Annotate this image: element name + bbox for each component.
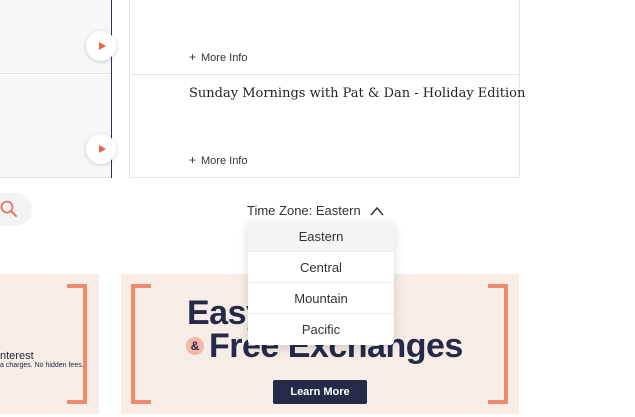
- bracket-decoration: [488, 284, 508, 404]
- play-button[interactable]: [86, 31, 116, 61]
- timezone-option-eastern[interactable]: Eastern: [248, 221, 394, 252]
- play-icon: [98, 42, 106, 50]
- more-info-label: More Info: [201, 52, 248, 64]
- timezone-dropdown: Eastern Central Mountain Pacific: [248, 221, 394, 345]
- play-icon: [98, 145, 106, 153]
- show-title[interactable]: Sunday Mornings with Pat & Dan - Holiday…: [189, 86, 525, 101]
- bracket-decoration: [131, 284, 151, 404]
- schedule-grid: Sunday Mornings with Pat & Dan - Holiday…: [0, 0, 525, 178]
- more-info-link[interactable]: + More Info: [189, 50, 247, 64]
- plus-icon: +: [189, 50, 197, 64]
- promo-subtext: a charges. No hidden fees.: [0, 362, 84, 369]
- more-info-label: More Info: [201, 155, 248, 167]
- chevron-up-icon: [370, 206, 384, 215]
- timezone-option-pacific[interactable]: Pacific: [248, 314, 394, 345]
- search-icon[interactable]: [0, 200, 18, 218]
- plus-icon: +: [189, 153, 197, 167]
- more-info-link[interactable]: + More Info: [189, 153, 247, 167]
- timezone-option-central[interactable]: Central: [248, 252, 394, 283]
- promo-text: nterest: [0, 350, 34, 362]
- timezone-selector[interactable]: Time Zone: Eastern: [247, 203, 385, 218]
- bracket-decoration: [67, 284, 87, 404]
- timezone-label: Time Zone: Eastern: [247, 203, 361, 218]
- play-button[interactable]: [86, 134, 116, 164]
- timezone-option-mountain[interactable]: Mountain: [248, 283, 394, 314]
- promo-banner-left[interactable]: nterest a charges. No hidden fees.: [0, 274, 99, 414]
- learn-more-button[interactable]: Learn More: [273, 380, 367, 404]
